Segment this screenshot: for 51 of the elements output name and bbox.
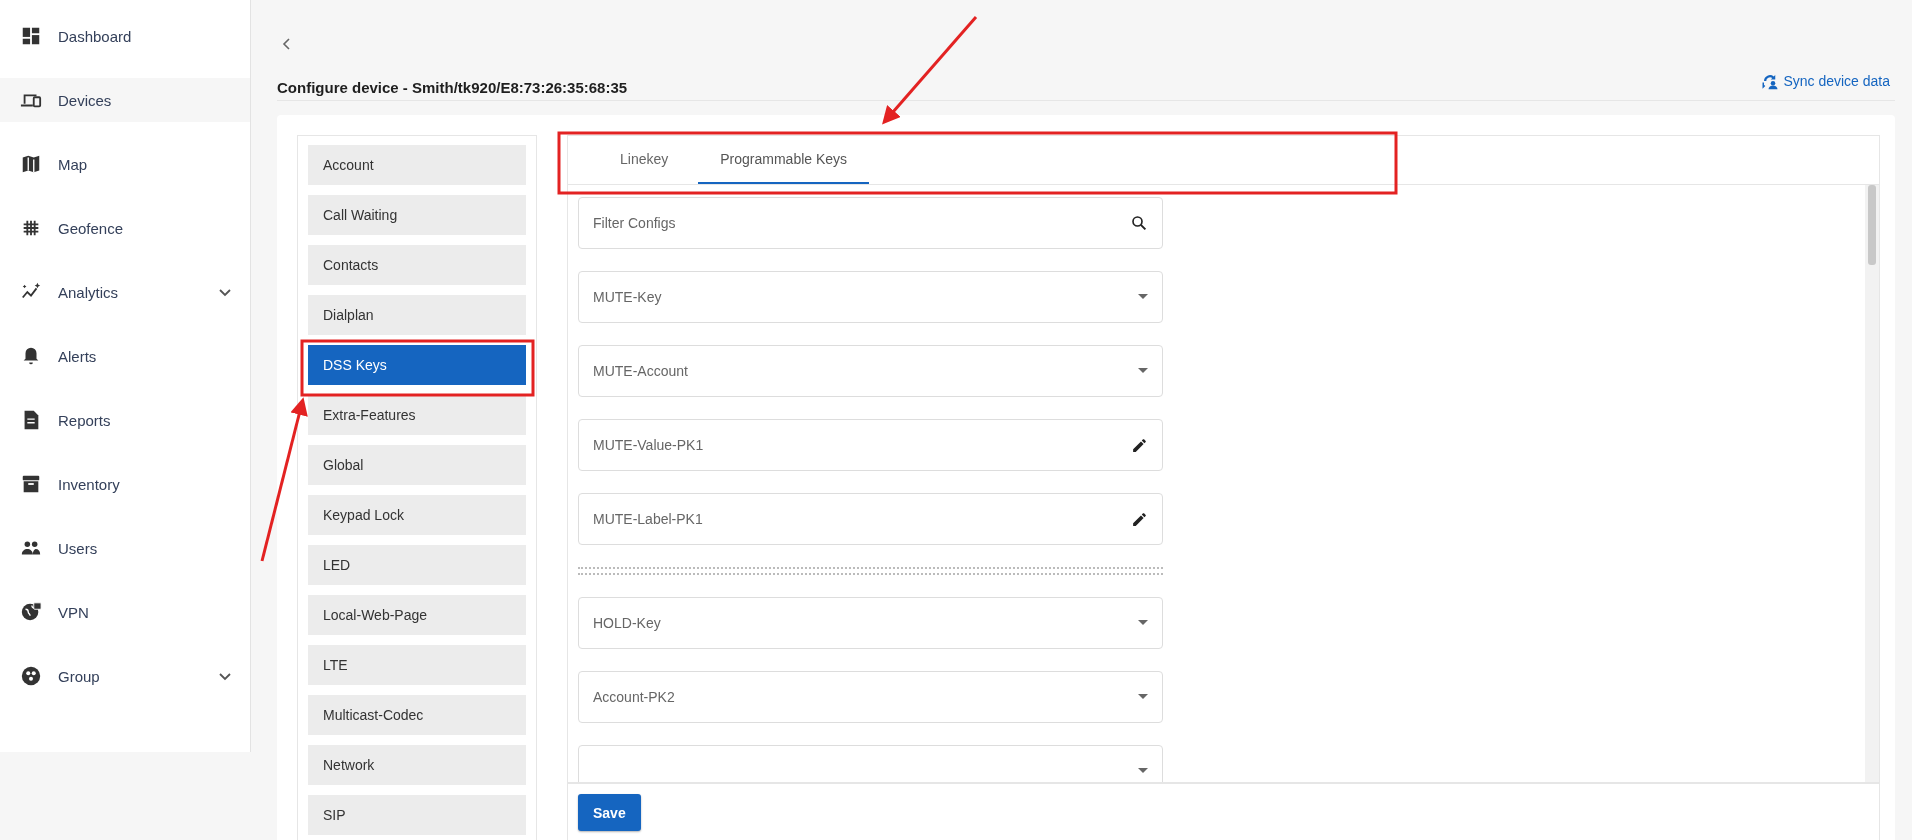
config-menu-item[interactable]: Dialplan <box>308 295 526 335</box>
config-menu-item[interactable]: Global <box>308 445 526 485</box>
sync-person-icon <box>1761 72 1780 90</box>
archive-box-icon <box>20 473 42 495</box>
pencil-icon <box>1131 510 1148 528</box>
nav-item[interactable]: Users <box>0 516 250 580</box>
page-title: Configure device - Smith/tk920/E8:73:26:35:68:35 <box>277 78 628 96</box>
nav-item[interactable]: Reports <box>0 388 250 452</box>
nav-item[interactable]: Analytics <box>0 260 250 324</box>
map-icon <box>20 153 42 175</box>
text-field[interactable]: MUTE-Value-PK1 <box>578 419 1163 471</box>
nav-item[interactable]: Map <box>0 132 250 196</box>
config-menu-item[interactable]: LED <box>308 545 526 585</box>
dropdown-caret-icon <box>1138 368 1148 374</box>
pencil-icon <box>1131 436 1148 454</box>
config-menu-item[interactable]: Network <box>308 745 526 785</box>
dropdown-field[interactable]: HOLD-Key <box>578 597 1163 649</box>
config-menu-item[interactable]: Contacts <box>308 245 526 285</box>
save-button[interactable]: Save <box>578 794 641 831</box>
nav-item[interactable]: Inventory <box>0 452 250 516</box>
group-circle-icon <box>20 665 42 687</box>
dropdown-caret-icon <box>1138 294 1148 300</box>
tab[interactable]: Linekey <box>598 136 691 184</box>
dropdown-field[interactable]: Account-PK2 <box>578 671 1163 723</box>
sync-link[interactable]: Sync device data <box>1761 72 1890 90</box>
nav-item[interactable]: VPN <box>0 580 250 644</box>
dropdown-caret-icon <box>1138 620 1148 626</box>
config-menu-item[interactable]: Keypad Lock <box>308 495 526 535</box>
config-menu-item[interactable]: Local-Web-Page <box>308 595 526 635</box>
search-icon <box>1130 214 1148 232</box>
config-menu-item[interactable]: SIP <box>308 795 526 835</box>
nav-item[interactable]: Group <box>0 644 250 708</box>
text-field[interactable]: MUTE-Label-PK1 <box>578 493 1163 545</box>
dropdown-field[interactable]: MUTE-Key <box>578 271 1163 323</box>
nav-item[interactable]: Dashboard <box>0 4 250 68</box>
nav-item[interactable]: Devices <box>0 78 250 122</box>
grid-icon <box>20 25 42 47</box>
dropdown-caret-icon <box>1138 768 1148 774</box>
scrollbar-thumb[interactable] <box>1868 185 1876 265</box>
nav-item[interactable]: Geofence <box>0 196 250 260</box>
dropdown-caret-icon <box>1138 694 1148 700</box>
tab[interactable]: Programmable Keys <box>698 136 870 184</box>
config-menu-item[interactable]: Account <box>308 145 526 185</box>
search-field[interactable]: Filter Configs <box>578 197 1163 249</box>
config-menu-item[interactable]: Call Waiting <box>308 195 526 235</box>
config-menu-item[interactable]: LTE <box>308 645 526 685</box>
nav-item[interactable]: Alerts <box>0 324 250 388</box>
dropdown-field[interactable]: MUTE-Account <box>578 345 1163 397</box>
config-menu-item[interactable]: DSS Keys <box>308 345 526 385</box>
config-menu-item[interactable]: Extra-Features <box>308 395 526 435</box>
config-menu-item[interactable]: Multicast-Codec <box>308 695 526 735</box>
